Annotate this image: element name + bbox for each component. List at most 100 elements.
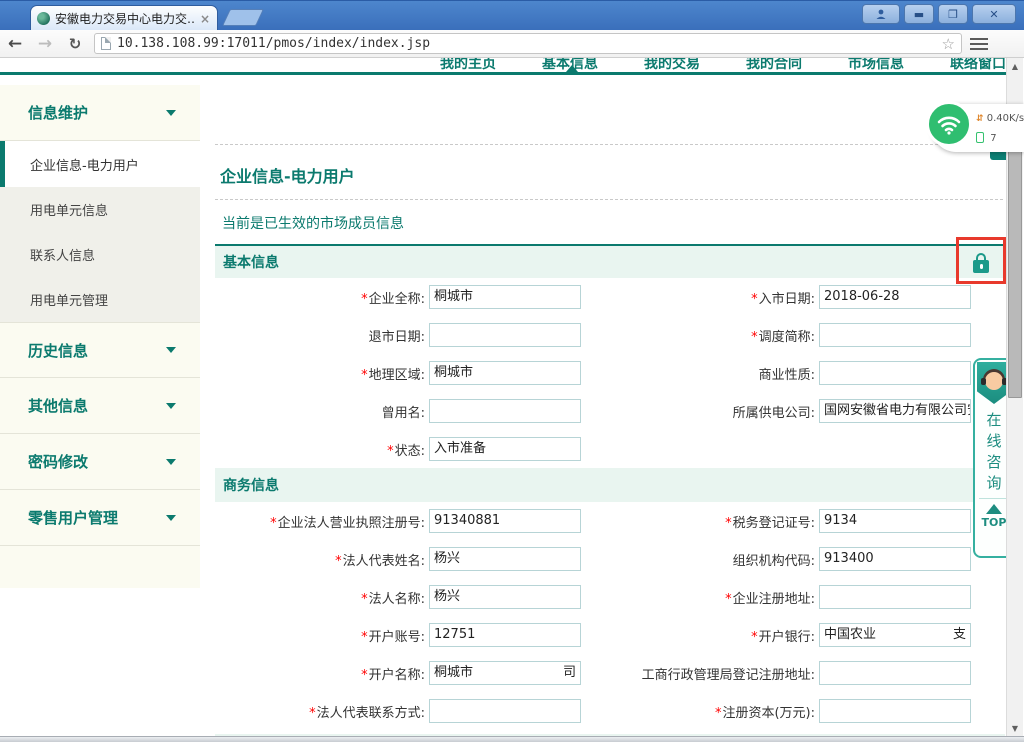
field-label: 开户银行: xyxy=(759,630,815,645)
back-to-top-arrow-icon[interactable] xyxy=(986,504,1002,514)
sidebar-item-power-unit-info[interactable]: 用电单元信息 xyxy=(0,187,200,232)
sidebar-section-retail-users[interactable]: 零售用户管理 xyxy=(0,490,200,546)
browser-titlebar: 安徽电力交易中心电力交… × ▬ ❐ ✕ xyxy=(0,0,1024,30)
page-icon xyxy=(101,37,111,50)
field-label: 企业注册地址: xyxy=(733,592,815,607)
input-registered-capital[interactable] xyxy=(819,699,971,723)
input-business-nature[interactable] xyxy=(819,361,971,385)
reload-icon[interactable]: ↻ xyxy=(60,35,90,53)
window-bottom-frame xyxy=(0,736,1024,742)
field-label: 所属供电公司: xyxy=(733,406,815,421)
field-label: 商业性质: xyxy=(759,368,815,383)
section-header-business: 商务信息 xyxy=(215,468,1005,502)
field-label: 注册资本(万元): xyxy=(722,706,815,721)
top-navigation: 我的主页 基本信息 我的交易 我的合同 市场信息 联络窗口 xyxy=(440,58,1006,72)
input-company-full-name[interactable]: 桐城市 xyxy=(429,285,581,309)
input-legal-entity-name[interactable]: 杨兴 xyxy=(429,585,581,609)
field-label: 状态: xyxy=(395,444,425,459)
chevron-down-icon xyxy=(166,515,176,521)
field-label: 工商行政管理局登记注册地址: xyxy=(642,668,815,683)
input-geographic-area[interactable]: 桐城市 xyxy=(429,361,581,385)
vertical-scrollbar[interactable]: ▲ ▼ xyxy=(1006,58,1023,736)
nav-item-contact[interactable]: 联络窗口 xyxy=(950,58,1006,72)
new-tab-button[interactable] xyxy=(222,9,264,26)
field-label: 曾用名: xyxy=(382,406,425,421)
field-label: 法人名称: xyxy=(369,592,425,607)
form-row: *法人名称: 杨兴 *企业注册地址: xyxy=(215,578,1005,616)
sidebar-section-info-maintain[interactable]: 信息维护 xyxy=(0,85,200,141)
speed-rate: 0.40K/s xyxy=(987,113,1024,124)
nav-item-home[interactable]: 我的主页 xyxy=(440,58,496,72)
browser-tab[interactable]: 安徽电力交易中心电力交… × xyxy=(30,5,218,31)
back-to-top-label[interactable]: TOP xyxy=(982,516,1007,529)
field-label: 入市日期: xyxy=(759,292,815,307)
field-label: 企业法人营业执照注册号: xyxy=(278,516,425,531)
field-label: 调度简称: xyxy=(759,330,815,345)
sidebar: 信息维护 企业信息-电力用户 用电单元信息 联系人信息 用电单元管理 历史信息 … xyxy=(0,85,200,588)
chevron-down-icon xyxy=(166,110,176,116)
nav-item-market-info[interactable]: 市场信息 xyxy=(848,58,904,72)
window-controls: ▬ ❐ ✕ xyxy=(862,4,1016,24)
input-account-holder-name[interactable]: 桐城市司 xyxy=(429,661,581,685)
sidebar-section-other[interactable]: 其他信息 xyxy=(0,378,200,434)
field-label: 退市日期: xyxy=(369,330,425,345)
scroll-up-icon[interactable]: ▲ xyxy=(1007,58,1023,74)
sidebar-section-history[interactable]: 历史信息 xyxy=(0,322,200,378)
profile-icon[interactable] xyxy=(862,4,900,24)
form-row: *企业全称: 桐城市 *入市日期: 2018-06-28 xyxy=(215,278,1005,316)
forward-button[interactable]: → xyxy=(30,34,60,54)
chevron-down-icon xyxy=(166,403,176,409)
updown-arrows-icon: ⇵ xyxy=(976,114,984,124)
browser-menu-icon[interactable] xyxy=(970,38,988,50)
input-former-name[interactable] xyxy=(429,399,581,423)
chevron-down-icon xyxy=(166,347,176,353)
maximize-button[interactable]: ❐ xyxy=(938,4,968,24)
input-industry-commerce-address[interactable] xyxy=(819,661,971,685)
status-note: 当前是已生效的市场成员信息 xyxy=(222,213,404,233)
sidebar-item-power-unit-manage[interactable]: 用电单元管理 xyxy=(0,277,200,322)
tab-close-icon[interactable]: × xyxy=(200,12,210,26)
input-market-entry-date[interactable]: 2018-06-28 xyxy=(819,285,971,309)
sidebar-submenu: 企业信息-电力用户 用电单元信息 联系人信息 用电单元管理 xyxy=(0,141,200,322)
sidebar-item-company-info[interactable]: 企业信息-电力用户 xyxy=(0,141,200,187)
minimize-button[interactable]: ▬ xyxy=(904,4,934,24)
url-text[interactable]: 10.138.108.99:17011/pmos/index/index.jsp xyxy=(117,36,936,51)
nav-item-my-trades[interactable]: 我的交易 xyxy=(644,58,700,72)
person-icon xyxy=(875,8,887,20)
form-row: *法人代表联系方式: *注册资本(万元): xyxy=(215,692,1005,730)
network-speed-widget[interactable]: ⇵ 0.40K/s 7 xyxy=(932,104,1024,152)
close-button[interactable]: ✕ xyxy=(972,4,1016,24)
scroll-down-icon[interactable]: ▼ xyxy=(1007,720,1023,736)
input-org-code[interactable]: 913400 xyxy=(819,547,971,571)
tab-title: 安徽电力交易中心电力交… xyxy=(55,10,195,27)
input-legal-rep-contact[interactable] xyxy=(429,699,581,723)
input-market-exit-date[interactable] xyxy=(429,323,581,347)
input-bank-account-no[interactable]: 12751 xyxy=(429,623,581,647)
input-dispatch-abbr[interactable] xyxy=(819,323,971,347)
input-power-supply-company[interactable]: 国网安徽省电力有限公司安 xyxy=(819,399,971,423)
input-legal-rep-name[interactable]: 杨兴 xyxy=(429,547,581,571)
nav-item-my-contracts[interactable]: 我的合同 xyxy=(746,58,802,72)
field-label: 开户账号: xyxy=(369,630,425,645)
scrollbar-thumb[interactable] xyxy=(1008,150,1022,398)
input-status[interactable]: 入市准备 xyxy=(429,437,581,461)
site-favicon xyxy=(37,12,50,25)
form-row: *企业法人营业执照注册号: 91340881 *税务登记证号: 9134 xyxy=(215,502,1005,540)
input-company-registered-address[interactable] xyxy=(819,585,971,609)
wifi-icon[interactable] xyxy=(926,101,972,147)
page-title: 企业信息-电力用户 xyxy=(220,163,355,187)
main-content: 企业信息-电力用户 当前是已生效的市场成员信息 基本信息 *企业全称: 桐城市 … xyxy=(200,85,1006,736)
input-bank-name[interactable]: 中国农业支 xyxy=(819,623,971,647)
sidebar-section-password[interactable]: 密码修改 xyxy=(0,434,200,490)
online-consult-label[interactable]: 在 线 咨 询 xyxy=(986,412,1001,491)
bookmark-star-icon[interactable]: ☆ xyxy=(942,35,955,53)
divider xyxy=(215,144,1003,145)
input-business-license-no[interactable]: 91340881 xyxy=(429,509,581,533)
back-button[interactable]: ← xyxy=(0,34,30,54)
divider xyxy=(215,199,1003,200)
chevron-down-icon xyxy=(166,459,176,465)
input-tax-registration-no[interactable]: 9134 xyxy=(819,509,971,533)
field-label: 地理区域: xyxy=(369,368,425,383)
sidebar-item-contact-info[interactable]: 联系人信息 xyxy=(0,232,200,277)
url-bar[interactable]: 10.138.108.99:17011/pmos/index/index.jsp… xyxy=(94,33,962,54)
